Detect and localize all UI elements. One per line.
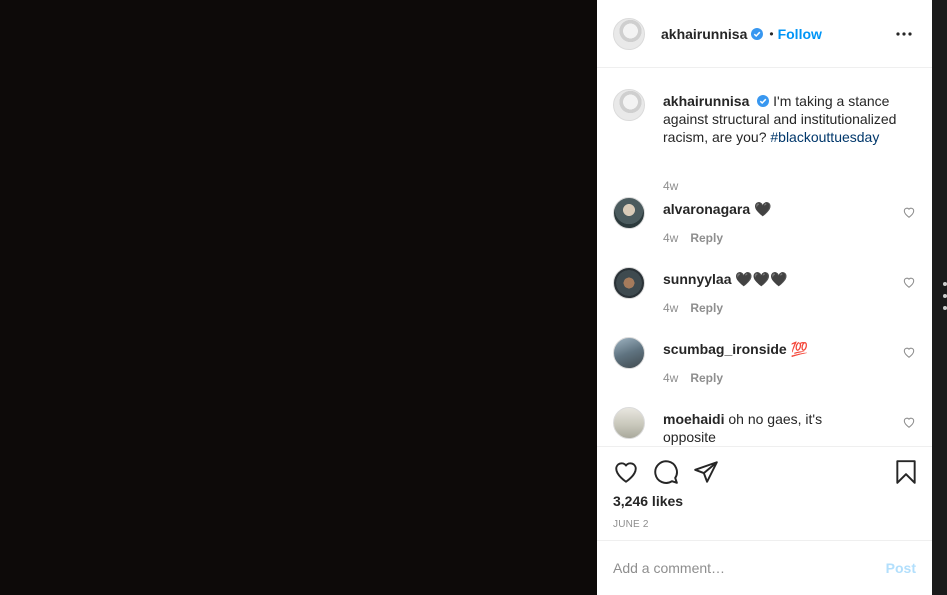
like-comment-heart-icon[interactable] — [902, 275, 916, 289]
verified-badge-icon — [757, 95, 770, 107]
header-separator: • — [769, 26, 774, 41]
comment-item: alvaronagara 🖤 4w Reply — [613, 197, 916, 257]
comments-list[interactable]: akhairunnisa I'm taking a stance against… — [597, 69, 932, 446]
commenter-avatar[interactable] — [613, 197, 645, 229]
comment-input[interactable] — [613, 560, 886, 576]
follow-button[interactable]: Follow — [778, 26, 822, 42]
like-heart-icon[interactable] — [613, 459, 639, 485]
author-username[interactable]: akhairunnisa — [661, 26, 747, 42]
comment-time[interactable]: 4w — [663, 371, 678, 385]
commenter-avatar[interactable] — [613, 267, 645, 299]
commenter-username[interactable]: sunnyylaa — [663, 271, 731, 287]
comment-item: scumbag_ironside 💯 4w Reply — [613, 337, 916, 397]
like-comment-heart-icon[interactable] — [902, 205, 916, 219]
comment-text: alvaronagara 🖤 — [663, 201, 772, 217]
caption-avatar[interactable] — [613, 89, 645, 121]
comment-text: sunnyylaa 🖤🖤🖤 — [663, 271, 788, 287]
post-actions: 3,246 likes JUNE 2 — [597, 446, 932, 540]
more-options-icon[interactable] — [892, 24, 916, 44]
comment-composer: Post — [597, 540, 932, 595]
likes-count[interactable]: 3,246 likes — [613, 493, 683, 509]
comment-time[interactable]: 4w — [663, 301, 678, 315]
caption-text: akhairunnisa I'm taking a stance against… — [663, 92, 913, 146]
post-date[interactable]: JUNE 2 — [613, 519, 649, 530]
commenter-username[interactable]: alvaronagara — [663, 201, 750, 217]
commenter-username[interactable]: moehaidi — [663, 411, 724, 427]
verified-badge-icon — [751, 27, 764, 40]
post-comment-button[interactable]: Post — [886, 560, 916, 576]
comment-time[interactable]: 4w — [663, 231, 678, 245]
comment-bubble-icon[interactable] — [653, 459, 679, 485]
post-sidebar: akhairunnisa • Follow akhairunnisa I'm t… — [597, 0, 932, 595]
like-comment-heart-icon[interactable] — [902, 345, 916, 359]
post-image[interactable] — [0, 0, 597, 595]
comment-meta: 4w Reply — [663, 231, 723, 245]
comment-item: moehaidi oh no gaes, it's opposite — [613, 407, 916, 446]
like-comment-heart-icon[interactable] — [902, 415, 916, 429]
comment-item: sunnyylaa 🖤🖤🖤 4w Reply — [613, 267, 916, 327]
commenter-avatar[interactable] — [613, 337, 645, 369]
reply-button[interactable]: Reply — [690, 371, 723, 385]
save-bookmark-icon[interactable] — [893, 459, 919, 485]
caption-time[interactable]: 4w — [663, 179, 678, 193]
comment-meta: 4w Reply — [663, 371, 723, 385]
caption-username[interactable]: akhairunnisa — [663, 93, 749, 109]
comment-text: scumbag_ironside 💯 — [663, 341, 809, 357]
commenter-username[interactable]: scumbag_ironside — [663, 341, 787, 357]
commenter-avatar[interactable] — [613, 407, 645, 439]
author-avatar[interactable] — [613, 17, 645, 50]
comment-meta: 4w Reply — [663, 301, 723, 315]
reply-button[interactable]: Reply — [690, 301, 723, 315]
reply-button[interactable]: Reply — [690, 231, 723, 245]
next-arrow-icon[interactable] — [943, 282, 947, 312]
hashtag-link[interactable]: #blackouttuesday — [770, 129, 879, 145]
post-header: akhairunnisa • Follow — [597, 0, 932, 68]
comment-text: moehaidi oh no gaes, it's opposite — [663, 411, 823, 445]
share-paper-plane-icon[interactable] — [693, 459, 719, 485]
